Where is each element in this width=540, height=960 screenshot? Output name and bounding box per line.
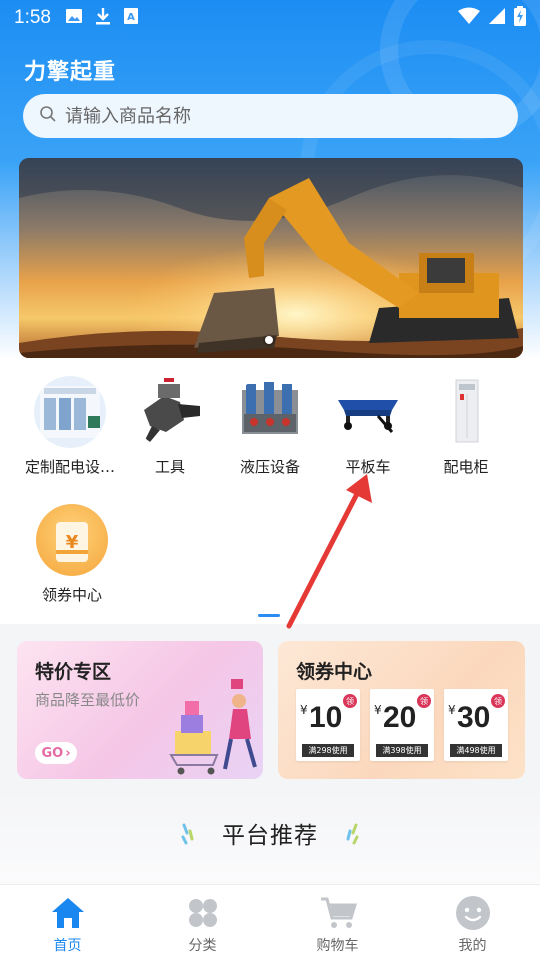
category-label: 工具 bbox=[154, 458, 185, 476]
svg-text:A: A bbox=[127, 12, 135, 23]
coupon-condition: 满298使用 bbox=[302, 744, 354, 757]
chevron-right-icon: › bbox=[65, 745, 71, 761]
coupon-claim-tag: 领 bbox=[417, 694, 431, 708]
distribution-cabinet-image bbox=[430, 376, 502, 448]
category-icon bbox=[135, 893, 270, 933]
banner-page-dot[interactable] bbox=[265, 336, 273, 344]
cart-icon bbox=[270, 893, 405, 933]
status-time: 1:58 bbox=[14, 7, 51, 28]
coupon-center-card[interactable]: 领券中心 ¥ 10 领 满298使用 ¥ 20 领 满398使用 ¥ 30 领 … bbox=[278, 641, 525, 779]
sparkle-right-icon bbox=[346, 823, 359, 845]
banner-excavator-image bbox=[19, 158, 523, 358]
text-icon: A bbox=[123, 7, 139, 29]
svg-text:¥: ¥ bbox=[66, 532, 79, 553]
flatbed-cart-image bbox=[332, 376, 404, 448]
battery-charging-icon bbox=[514, 6, 526, 30]
category-item-custom-distribution[interactable]: 定制配电设… bbox=[16, 376, 124, 477]
coupon-10[interactable]: ¥ 10 领 满298使用 bbox=[296, 689, 360, 761]
coupon-value: 20 bbox=[383, 701, 417, 734]
wifi-icon bbox=[458, 7, 480, 29]
coupon-center-title: 领券中心 bbox=[296, 661, 373, 683]
category-item-flatbed[interactable]: 平板车 bbox=[314, 376, 422, 477]
search-icon bbox=[39, 105, 57, 127]
category-label: 配电柜 bbox=[443, 458, 489, 476]
coupon-condition: 满498使用 bbox=[450, 744, 502, 757]
coupon-claim-tag: 领 bbox=[491, 694, 505, 708]
coupon-20[interactable]: ¥ 20 领 满398使用 bbox=[370, 689, 434, 761]
search-bar[interactable] bbox=[23, 94, 518, 138]
coupon-condition: 满398使用 bbox=[376, 744, 428, 757]
category-label: 平板车 bbox=[345, 458, 391, 476]
go-button[interactable]: GO › bbox=[35, 742, 77, 764]
distribution-panel-image bbox=[34, 376, 106, 448]
category-label: 液压设备 bbox=[239, 458, 300, 476]
tool-image bbox=[134, 376, 206, 448]
coupon-currency: ¥ bbox=[374, 703, 382, 717]
profile-icon bbox=[405, 893, 540, 933]
category-item-tools[interactable]: 工具 bbox=[116, 376, 224, 477]
status-bar: 1:58 A bbox=[0, 0, 540, 36]
recommend-section: 平台推荐 bbox=[0, 792, 540, 884]
category-item-hydraulic[interactable]: 液压设备 bbox=[216, 376, 324, 477]
download-icon bbox=[95, 7, 111, 29]
hydraulic-equipment-image bbox=[234, 376, 306, 448]
category-page-indicator bbox=[258, 614, 280, 617]
category-grid: 定制配电设… 工具 液压设备 平板车 配电柜 ¥ 领券中心 bbox=[0, 360, 540, 624]
shopping-illustration bbox=[169, 679, 257, 775]
tab-profile[interactable]: 我的 bbox=[405, 893, 540, 955]
tab-label: 分类 bbox=[188, 938, 217, 954]
coupon-value: 10 bbox=[309, 701, 343, 734]
coupon-currency: ¥ bbox=[448, 703, 456, 717]
go-label: GO bbox=[41, 745, 64, 761]
special-offer-title: 特价专区 bbox=[35, 661, 112, 683]
coupon-yen-icon: ¥ bbox=[36, 504, 108, 576]
tab-label: 我的 bbox=[458, 938, 487, 954]
app-title: 力擎起重 bbox=[24, 60, 117, 85]
category-label: 定制配电设… bbox=[24, 458, 115, 476]
special-offer-subtitle: 商品降至最低价 bbox=[35, 691, 141, 709]
search-input[interactable] bbox=[65, 105, 485, 127]
coupon-claim-tag: 领 bbox=[343, 694, 357, 708]
image-icon bbox=[65, 8, 83, 28]
tab-cart[interactable]: 购物车 bbox=[270, 893, 405, 955]
coupon-currency: ¥ bbox=[300, 703, 308, 717]
tab-label: 购物车 bbox=[316, 938, 359, 954]
category-item-distribution-cabinet[interactable]: 配电柜 bbox=[412, 376, 520, 477]
tab-home[interactable]: 首页 bbox=[0, 893, 135, 955]
coupon-value: 30 bbox=[457, 701, 491, 734]
home-icon bbox=[0, 893, 135, 933]
tab-label: 首页 bbox=[53, 938, 82, 954]
special-offer-card[interactable]: 特价专区 商品降至最低价 GO › bbox=[17, 641, 263, 779]
bottom-tab-bar: 首页 分类 购物车 我的 bbox=[0, 884, 540, 960]
tab-category[interactable]: 分类 bbox=[135, 893, 270, 955]
category-item-coupon-center[interactable]: ¥ 领券中心 bbox=[18, 504, 126, 605]
coupon-30[interactable]: ¥ 30 领 满498使用 bbox=[444, 689, 508, 761]
signal-icon bbox=[488, 7, 506, 29]
banner-carousel[interactable] bbox=[19, 158, 523, 358]
category-label: 领券中心 bbox=[41, 586, 102, 604]
recommend-title: 平台推荐 bbox=[222, 823, 318, 849]
